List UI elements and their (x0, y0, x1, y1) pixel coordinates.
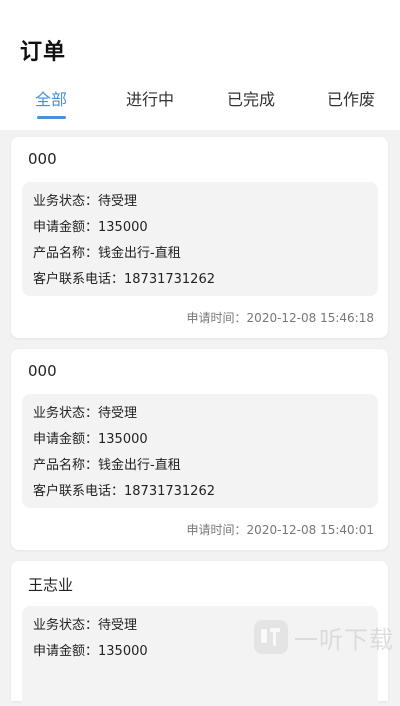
order-customer-name: 王志业 (28, 576, 74, 594)
watermark-text: 一听下载 (294, 625, 394, 654)
order-detail-box: 业务状态：待受理 申请金额：135000 产品名称：钱金出行-直租 客户联系电话… (22, 182, 378, 296)
order-apply-time: 申请时间：2020-12-08 15:40:01 (186, 523, 374, 537)
order-apply-time: 申请时间：2020-12-08 15:46:18 (186, 311, 374, 325)
order-amount: 申请金额：135000 (33, 432, 148, 447)
order-phone: 客户联系电话：18731731262 (33, 272, 215, 287)
tab-in-progress[interactable]: 进行中 (126, 86, 174, 110)
order-status: 业务状态：待受理 (33, 406, 138, 421)
order-card[interactable]: 000 业务状态：待受理 申请金额：135000 产品名称：钱金出行-直租 客户… (11, 349, 388, 550)
tab-all[interactable]: 全部 (35, 86, 67, 110)
tab-completed[interactable]: 已完成 (227, 86, 275, 110)
watermark: 一听下载 (254, 617, 394, 657)
order-amount: 申请金额：135000 (33, 220, 148, 235)
order-phone: 客户联系电话：18731731262 (33, 484, 215, 499)
active-tab-indicator (37, 116, 66, 119)
order-customer-name: 000 (28, 362, 57, 380)
order-product: 产品名称：钱金出行-直租 (33, 246, 181, 261)
tab-voided[interactable]: 已作废 (327, 86, 375, 110)
order-card[interactable]: 000 业务状态：待受理 申请金额：135000 产品名称：钱金出行-直租 客户… (11, 137, 388, 338)
order-detail-box: 业务状态：待受理 申请金额：135000 产品名称：钱金出行-直租 客户联系电话… (22, 394, 378, 508)
order-customer-name: 000 (28, 150, 57, 168)
order-status: 业务状态：待受理 (33, 194, 138, 209)
app-header: 订单 全部 进行中 已完成 已作废 (0, 0, 400, 130)
order-amount: 申请金额：135000 (33, 644, 148, 659)
order-tabs: 全部 进行中 已完成 已作废 (0, 86, 400, 120)
order-product: 产品名称：钱金出行-直租 (33, 458, 181, 473)
page-title: 订单 (20, 40, 67, 65)
order-status: 业务状态：待受理 (33, 618, 138, 633)
watermark-logo-icon (254, 620, 288, 654)
